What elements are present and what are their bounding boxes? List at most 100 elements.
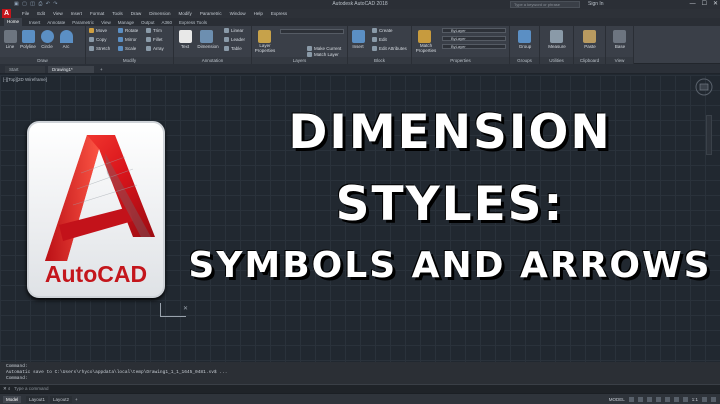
move-icon [89,28,94,33]
panel-utilities-title: Utilities [540,57,573,64]
menu-modify[interactable]: Modify [179,11,192,16]
ucs-x-axis-icon: ✕ [183,306,189,312]
command-history-line: Command: [6,376,28,381]
linear-icon [224,28,229,33]
measure-icon[interactable] [550,30,563,43]
command-line[interactable]: ✕ ⌕ Type a command [0,384,720,393]
search-input[interactable]: Type a keyword or phrase [510,1,580,8]
insert-block-icon[interactable] [352,30,365,43]
customization-menu-icon[interactable] [711,397,716,402]
panel-view-title: View [606,57,633,64]
sign-in-button[interactable]: Sign In [588,0,604,9]
menu-dimension[interactable]: Dimension [149,11,170,16]
match-properties-label: Match Properties [415,43,437,53]
ribbon: Line Polyline Circle Arc Draw Move Rotat… [0,26,720,64]
drawing-viewport[interactable]: [-][Top][2D Wireframe] AutoCAD DIMENSION… [0,75,720,362]
menu-edit[interactable]: Edit [37,11,45,16]
tab-layout1[interactable]: Layout1 [26,396,49,403]
copy-tool[interactable]: Copy [89,37,107,42]
tab-manage[interactable]: Manage [118,20,134,25]
tab-view[interactable]: View [101,20,111,25]
tab-insert[interactable]: Insert [29,20,40,25]
osnap-icon[interactable] [664,397,670,402]
grid-icon[interactable] [628,397,634,402]
edit-attributes-label: Edit Attributes [379,46,407,51]
model-space-button[interactable]: MODEL [609,397,625,402]
annotation-visibility-icon[interactable] [682,397,688,402]
layer-dropdown[interactable] [280,29,344,34]
circle-icon[interactable] [41,30,54,43]
table-tool[interactable]: Table [224,46,242,51]
array-tool[interactable]: Array [146,46,164,51]
trim-tool[interactable]: Trim [146,28,162,33]
menu-view[interactable]: View [53,11,63,16]
close-command-line-icon[interactable]: ✕ ⌕ [3,385,11,393]
scale-tool[interactable]: Scale [118,46,136,51]
edit-attributes-tool[interactable]: Edit Attributes [372,46,407,51]
viewcube[interactable] [694,77,714,97]
menu-format[interactable]: Format [90,11,104,16]
line-icon[interactable] [4,30,17,43]
new-layout-button[interactable]: + [72,396,81,403]
workspace-gear-icon[interactable] [702,397,707,402]
menu-parametric[interactable]: Parametric [200,11,222,16]
menu-file[interactable]: File [22,11,29,16]
circle-label: Circle [41,44,53,49]
title-bar: ▣ ▢ ◫ ⎙ ↶ ↷ Autodesk AutoCAD 2018 Type a… [0,0,720,9]
tab-express-tools[interactable]: Express Tools [179,20,207,25]
new-tab-button[interactable]: + [96,66,106,73]
menu-insert[interactable]: Insert [71,11,82,16]
arc-icon[interactable] [60,30,73,43]
match-properties-icon[interactable] [418,30,431,43]
layer-properties-icon[interactable] [258,30,271,43]
base-view-icon[interactable] [613,30,626,43]
tab-a360[interactable]: A360 [162,20,173,25]
menu-help[interactable]: Help [254,11,263,16]
fillet-tool[interactable]: Fillet [146,37,163,42]
tab-annotate[interactable]: Annotate [47,20,65,25]
application-menu-button[interactable]: A [2,9,11,18]
tab-home[interactable]: Home [4,18,23,26]
move-tool[interactable]: Move [89,28,107,33]
linetype-dropdown[interactable]: ByLayer [442,36,506,41]
mirror-tool[interactable]: Mirror [118,37,137,42]
lineweight-dropdown[interactable]: ByLayer [442,44,506,49]
headline-line-1: DIMENSION [288,105,612,160]
menu-express[interactable]: Express [271,11,287,16]
polyline-icon[interactable] [22,30,35,43]
edit-block-tool[interactable]: Edit [372,37,387,42]
paste-icon[interactable] [583,30,596,43]
maximize-button[interactable]: ☐ [702,0,707,9]
tab-layout2[interactable]: Layout2 [50,396,73,403]
stretch-label: Stretch [96,46,111,51]
rotate-tool[interactable]: Rotate [118,28,138,33]
color-dropdown[interactable]: ByLayer [442,28,506,33]
stretch-tool[interactable]: Stretch [89,46,110,51]
ortho-icon[interactable] [646,397,652,402]
make-current-tool[interactable]: Make Current [307,46,341,51]
menu-window[interactable]: Window [230,11,246,16]
command-input[interactable]: Type a command [14,386,49,391]
snap-icon[interactable] [637,397,643,402]
text-icon[interactable] [179,30,192,43]
tab-output[interactable]: Output [141,20,155,25]
menu-tools[interactable]: Tools [112,11,123,16]
create-block-tool[interactable]: Create [372,28,393,33]
linear-tool[interactable]: Linear [224,28,244,33]
dimension-icon[interactable] [200,30,213,43]
menu-draw[interactable]: Draw [131,11,142,16]
tab-drawing1[interactable]: Drawing1* [48,66,94,73]
tab-model[interactable]: Model [3,396,22,403]
viewport-controls-label[interactable]: [-][Top][2D Wireframe] [3,77,47,82]
close-button[interactable]: ✕ [713,0,718,9]
group-icon[interactable] [518,30,531,43]
polar-icon[interactable] [655,397,661,402]
minimize-button[interactable]: — [690,0,696,9]
tab-start[interactable]: Start [5,66,45,73]
leader-tool[interactable]: Leader [224,37,245,42]
autocad-logo: AutoCAD [27,121,165,298]
annotation-scale[interactable]: 1:1 [692,397,698,402]
lineweight-icon[interactable] [673,397,679,402]
fillet-label: Fillet [153,37,163,42]
tab-parametric[interactable]: Parametric [72,20,94,25]
